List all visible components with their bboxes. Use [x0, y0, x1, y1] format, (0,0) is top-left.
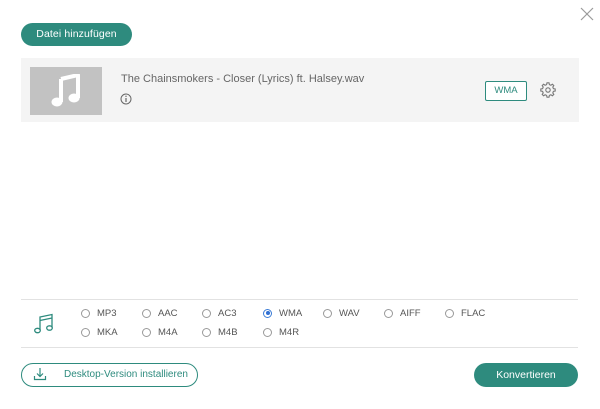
format-label: M4B — [218, 326, 238, 338]
format-radio[interactable] — [202, 308, 211, 318]
format-radio[interactable] — [142, 327, 151, 337]
format-option-aiff[interactable]: AIFF — [384, 306, 421, 320]
convert-button[interactable]: Konvertieren — [474, 363, 578, 387]
format-radio[interactable] — [323, 308, 332, 318]
format-radio[interactable] — [81, 308, 90, 318]
format-radio[interactable] — [142, 308, 151, 318]
format-option-wav[interactable]: WAV — [323, 306, 360, 320]
format-option-ac3[interactable]: AC3 — [202, 306, 236, 320]
info-icon[interactable] — [120, 92, 132, 105]
download-icon — [33, 367, 47, 381]
format-radio[interactable] — [384, 308, 393, 318]
format-option-m4a[interactable]: M4A — [142, 325, 178, 339]
format-label: M4A — [158, 326, 178, 338]
divider — [21, 347, 578, 348]
music-icon — [32, 312, 56, 336]
format-option-mp3[interactable]: MP3 — [81, 306, 117, 320]
format-option-flac[interactable]: FLAC — [445, 306, 485, 320]
file-thumbnail — [30, 67, 102, 115]
install-desktop-label: Desktop-Version installieren — [64, 369, 188, 380]
file-name: The Chainsmokers - Closer (Lyrics) ft. H… — [121, 73, 365, 85]
format-option-mka[interactable]: MKA — [81, 325, 118, 339]
file-list-item: The Chainsmokers - Closer (Lyrics) ft. H… — [21, 58, 579, 122]
format-radio[interactable] — [445, 308, 454, 318]
format-label: AAC — [158, 307, 178, 319]
format-label: WMA — [279, 307, 303, 319]
format-option-wma[interactable]: WMA — [263, 306, 302, 320]
format-label: MKA — [97, 326, 118, 338]
format-label: AC3 — [218, 307, 237, 319]
format-radio[interactable] — [202, 327, 211, 337]
format-radio[interactable] — [263, 308, 272, 318]
format-option-m4r[interactable]: M4R — [263, 325, 299, 339]
format-option-m4b[interactable]: M4B — [202, 325, 238, 339]
format-option-aac[interactable]: AAC — [142, 306, 178, 320]
format-label: MP3 — [97, 307, 117, 319]
format-radio[interactable] — [81, 327, 90, 337]
output-format-button[interactable]: WMA — [485, 81, 527, 101]
format-radio[interactable] — [263, 327, 272, 337]
divider — [21, 299, 578, 300]
format-label: M4R — [279, 326, 300, 338]
add-file-button[interactable]: Datei hinzufügen — [21, 23, 132, 46]
format-label: FLAC — [461, 307, 486, 319]
install-desktop-button[interactable]: Desktop-Version installieren — [21, 363, 198, 387]
close-icon[interactable] — [578, 5, 596, 23]
gear-icon[interactable] — [540, 82, 556, 98]
music-note-icon — [51, 74, 80, 107]
format-label: AIFF — [400, 307, 421, 319]
format-label: WAV — [339, 307, 360, 319]
